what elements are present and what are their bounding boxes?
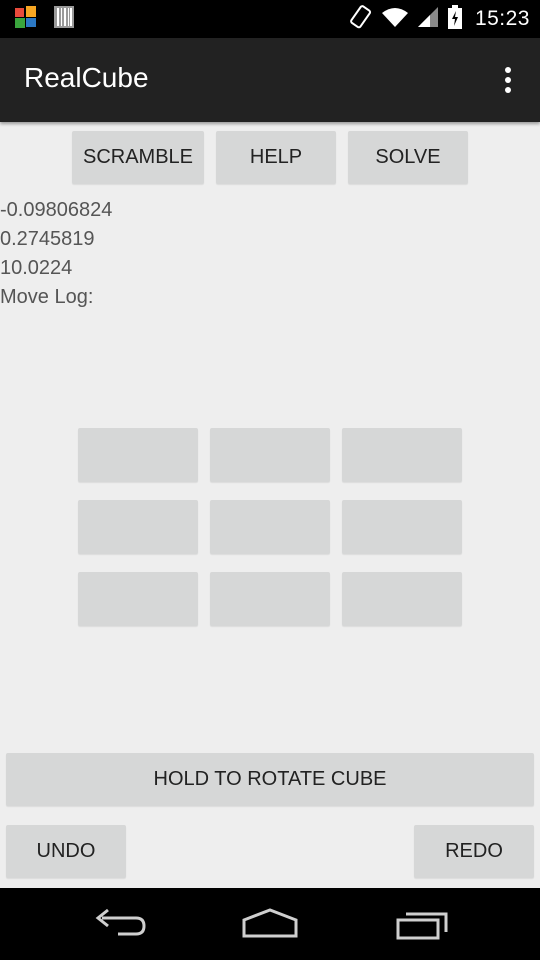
app-title: RealCube bbox=[24, 62, 149, 93]
cube-cell[interactable] bbox=[210, 500, 330, 554]
redo-button[interactable]: REDO bbox=[414, 825, 534, 878]
back-icon[interactable] bbox=[88, 906, 152, 942]
scramble-button[interactable]: SCRAMBLE bbox=[72, 131, 204, 184]
cube-cell[interactable] bbox=[78, 428, 198, 482]
hold-to-rotate-button[interactable]: HOLD TO ROTATE CUBE bbox=[6, 753, 534, 806]
barcode-icon bbox=[54, 5, 74, 33]
move-log-label: Move Log: bbox=[0, 286, 94, 308]
action-bar: RealCube bbox=[0, 38, 540, 122]
more-vert-icon[interactable] bbox=[498, 64, 518, 96]
cube-cell[interactable] bbox=[210, 428, 330, 482]
cell-signal-icon bbox=[417, 6, 439, 33]
sensor-x-value: -0.09806824 bbox=[0, 199, 113, 221]
navigation-bar bbox=[0, 888, 540, 960]
status-right-icons: 15:23 bbox=[349, 4, 530, 34]
cube-cell[interactable] bbox=[78, 500, 198, 554]
screen-rotation-icon bbox=[349, 4, 373, 34]
undo-button[interactable]: UNDO bbox=[6, 825, 126, 878]
avg-antivirus-icon bbox=[14, 5, 38, 34]
help-button[interactable]: HELP bbox=[216, 131, 336, 184]
sensor-y-value: 0.2745819 bbox=[0, 228, 95, 250]
cube-cell[interactable] bbox=[78, 572, 198, 626]
wifi-icon bbox=[381, 6, 409, 33]
status-left-icons bbox=[14, 5, 74, 33]
cube-cell[interactable] bbox=[342, 500, 462, 554]
sensor-z-value: 10.0224 bbox=[0, 257, 73, 279]
cube-cell[interactable] bbox=[342, 572, 462, 626]
home-icon[interactable] bbox=[238, 906, 302, 942]
status-time: 15:23 bbox=[474, 7, 530, 30]
battery-icon bbox=[447, 4, 463, 34]
cube-cell[interactable] bbox=[342, 428, 462, 482]
overflow-dot bbox=[505, 77, 511, 83]
overflow-dot bbox=[505, 67, 511, 73]
recents-icon[interactable] bbox=[390, 906, 454, 942]
overflow-dot bbox=[505, 87, 511, 93]
status-bar: 15:23 bbox=[0, 0, 540, 38]
cube-cell[interactable] bbox=[210, 572, 330, 626]
solve-button[interactable]: SOLVE bbox=[348, 131, 468, 184]
